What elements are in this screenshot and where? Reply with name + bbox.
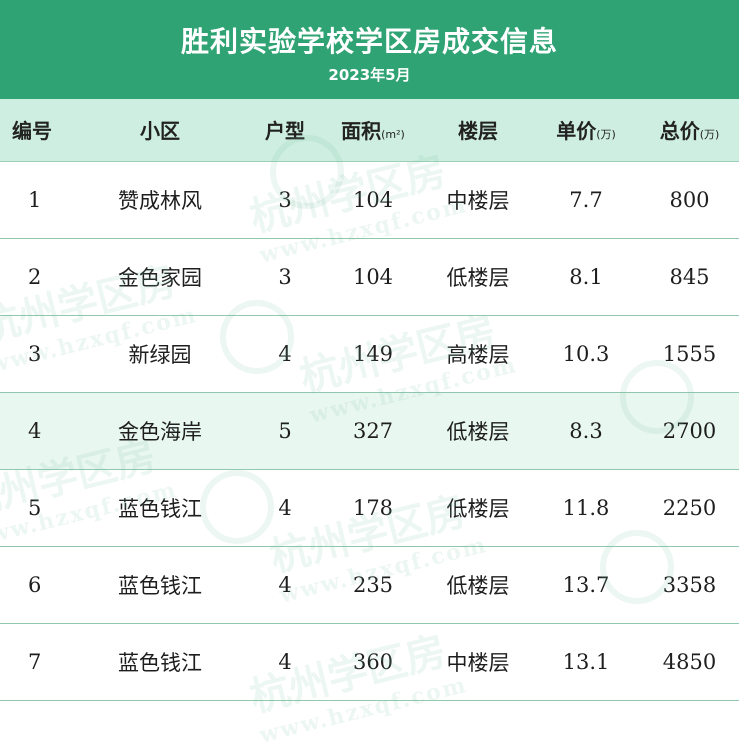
cell-id: 5: [0, 469, 72, 547]
cell-id: 6: [0, 546, 72, 624]
header-unit-price-label: 单价: [556, 119, 597, 144]
cell-area: 360: [322, 623, 424, 701]
transactions-table: 编号 小区 户型 面积(m²) 楼层 单价(万) 总价(万) 1 赞成林风 3 104…: [0, 99, 739, 701]
cell-community: 金色家园: [72, 238, 248, 316]
cell-unit-price: 10.3: [532, 315, 640, 393]
title-banner: 胜利实验学校学区房成交信息 2023年5月: [0, 0, 739, 99]
cell-area: 104: [322, 161, 424, 239]
header-total-price: 总价(万): [640, 99, 739, 162]
header-total-price-label: 总价: [659, 119, 700, 144]
cell-unit-price: 7.7: [532, 161, 640, 239]
cell-total-price: 3358: [640, 546, 739, 624]
table-row: 2 金色家园 3 104 低楼层 8.1 845: [0, 238, 739, 316]
table-row: 7 蓝色钱江 4 360 中楼层 13.1 4850: [0, 623, 739, 701]
header-id: 编号: [0, 99, 72, 162]
table-header-row: 编号 小区 户型 面积(m²) 楼层 单价(万) 总价(万): [0, 99, 739, 162]
cell-id: 2: [0, 238, 72, 316]
cell-floor: 低楼层: [424, 238, 532, 316]
cell-area: 178: [322, 469, 424, 547]
cell-community: 蓝色钱江: [72, 546, 248, 624]
cell-total-price: 1555: [640, 315, 739, 393]
cell-floor: 高楼层: [424, 315, 532, 393]
table-row: 5 蓝色钱江 4 178 低楼层 11.8 2250: [0, 469, 739, 547]
table-row: 1 赞成林风 3 104 中楼层 7.7 800: [0, 161, 739, 239]
page-title: 胜利实验学校学区房成交信息: [180, 25, 558, 58]
header-unit-price-unit: (万): [596, 128, 616, 142]
cell-unit-price: 13.7: [532, 546, 640, 624]
table-row: 6 蓝色钱江 4 235 低楼层 13.7 3358: [0, 546, 739, 624]
cell-community: 蓝色钱江: [72, 623, 248, 701]
cell-unit-price: 13.1: [532, 623, 640, 701]
cell-layout: 3: [248, 161, 322, 239]
cell-area: 104: [322, 238, 424, 316]
cell-layout: 4: [248, 315, 322, 393]
header-total-price-unit: (万): [699, 128, 720, 142]
cell-layout: 4: [248, 623, 322, 701]
header-area: 面积(m²): [322, 99, 424, 162]
cell-community: 蓝色钱江: [72, 469, 248, 547]
header-community: 小区: [72, 99, 248, 162]
cell-layout: 4: [248, 469, 322, 547]
cell-unit-price: 8.1: [532, 238, 640, 316]
cell-area: 235: [322, 546, 424, 624]
cell-total-price: 4850: [640, 623, 739, 701]
cell-unit-price: 11.8: [532, 469, 640, 547]
cell-total-price: 2700: [640, 392, 739, 470]
cell-community: 赞成林风: [72, 161, 248, 239]
cell-id: 4: [0, 392, 72, 470]
table-row: 4 金色海岸 5 327 低楼层 8.3 2700: [0, 392, 739, 470]
cell-total-price: 845: [640, 238, 739, 316]
cell-area: 149: [322, 315, 424, 393]
cell-floor: 低楼层: [424, 392, 532, 470]
cell-floor: 低楼层: [424, 546, 532, 624]
cell-floor: 中楼层: [424, 161, 532, 239]
cell-floor: 中楼层: [424, 623, 532, 701]
table-row: 3 新绿园 4 149 高楼层 10.3 1555: [0, 315, 739, 393]
cell-floor: 低楼层: [424, 469, 532, 547]
cell-unit-price: 8.3: [532, 392, 640, 470]
cell-id: 1: [0, 161, 72, 239]
cell-area: 327: [322, 392, 424, 470]
cell-layout: 4: [248, 546, 322, 624]
header-area-unit: (m²): [381, 128, 405, 142]
cell-total-price: 2250: [640, 469, 739, 547]
page-subtitle: 2023年5月: [328, 66, 411, 84]
cell-community: 金色海岸: [72, 392, 248, 470]
cell-layout: 5: [248, 392, 322, 470]
header-unit-price: 单价(万): [532, 99, 640, 162]
cell-id: 7: [0, 623, 72, 701]
cell-id: 3: [0, 315, 72, 393]
cell-community: 新绿园: [72, 315, 248, 393]
cell-total-price: 800: [640, 161, 739, 239]
cell-layout: 3: [248, 238, 322, 316]
header-floor: 楼层: [424, 99, 532, 162]
header-layout: 户型: [248, 99, 322, 162]
header-area-label: 面积: [341, 119, 382, 144]
